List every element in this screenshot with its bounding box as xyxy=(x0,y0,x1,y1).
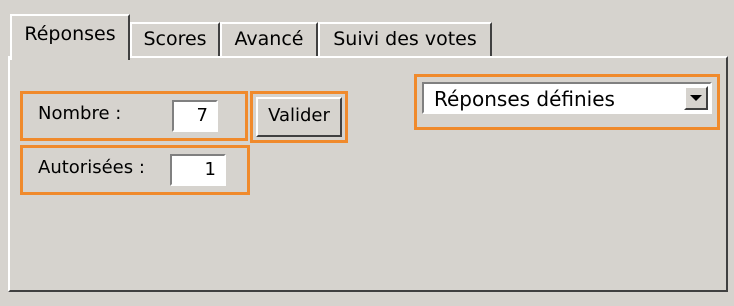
mode-select[interactable]: Réponses définies xyxy=(422,82,712,114)
chevron-down-icon xyxy=(690,95,702,101)
mode-select-value: Réponses définies xyxy=(434,87,615,111)
nombre-label: Nombre : xyxy=(38,103,122,124)
nombre-input[interactable]: 7 xyxy=(172,100,218,132)
tab-avance[interactable]: Avancé xyxy=(220,22,318,56)
tab-suivi-des-votes[interactable]: Suivi des votes xyxy=(318,22,492,56)
autorisees-input[interactable]: 1 xyxy=(170,154,226,186)
tab-reponses[interactable]: Réponses xyxy=(10,14,130,60)
dropdown-button[interactable] xyxy=(684,86,708,110)
valider-button[interactable]: Valider xyxy=(256,97,342,137)
tab-scores[interactable]: Scores xyxy=(130,22,220,56)
tab-panel: Nombre : 7 Valider Autorisées : 1 Répons… xyxy=(8,56,728,292)
autorisees-label: Autorisées : xyxy=(38,157,145,178)
